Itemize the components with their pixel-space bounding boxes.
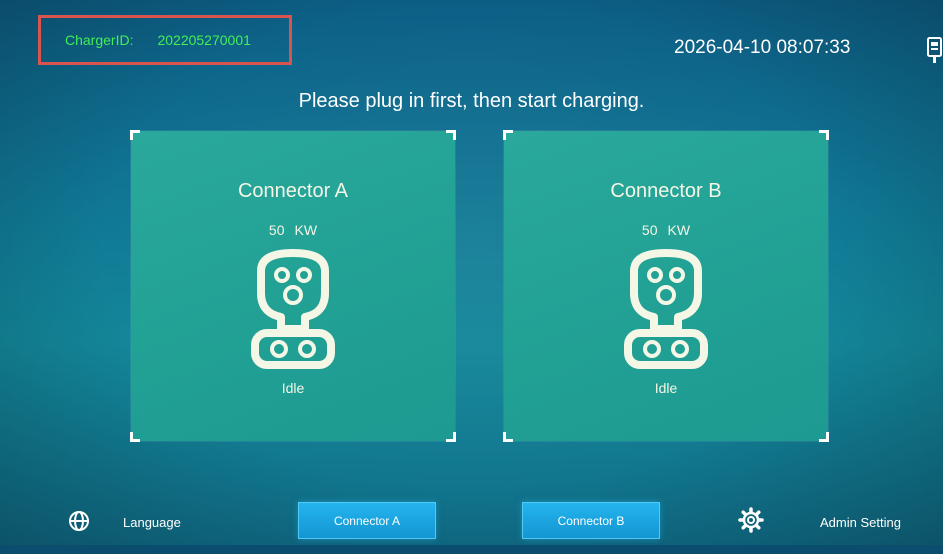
- power-unit: KW: [667, 222, 691, 238]
- corner-mark: [819, 432, 829, 442]
- ev-plug-icon: [624, 249, 708, 369]
- charger-id-value: 202205270001: [157, 32, 251, 48]
- corner-mark: [130, 130, 140, 140]
- language-button[interactable]: Language: [123, 515, 181, 530]
- connector-power: 50 KW: [131, 222, 455, 238]
- bottom-bezel: [0, 545, 943, 554]
- connector-status: Idle: [654, 380, 678, 396]
- admin-setting-button[interactable]: Admin Setting: [820, 515, 901, 530]
- connector-title: Connector B: [610, 180, 722, 202]
- power-value: 50: [641, 222, 658, 238]
- connector-title: Connector A: [237, 180, 349, 202]
- corner-mark: [819, 130, 829, 140]
- corner-mark: [503, 130, 513, 140]
- connector-status: Idle: [281, 380, 305, 396]
- corner-mark: [130, 432, 140, 442]
- connector-b-button[interactable]: Connector B: [522, 502, 660, 539]
- globe-icon[interactable]: [68, 510, 90, 532]
- connector-power: 50 KW: [504, 222, 828, 238]
- connector-a-button[interactable]: Connector A: [298, 502, 436, 539]
- connector-a-card[interactable]: Connector A 50 KW Idle: [130, 130, 456, 442]
- corner-mark: [446, 130, 456, 140]
- device-icon: [927, 37, 942, 63]
- power-unit: KW: [294, 222, 318, 238]
- ev-plug-icon: [251, 249, 335, 369]
- corner-mark: [503, 432, 513, 442]
- charger-id-label: ChargerID:: [65, 32, 134, 48]
- page-message: Please plug in first, then start chargin…: [298, 90, 645, 112]
- power-value: 50: [268, 222, 285, 238]
- connector-b-card[interactable]: Connector B 50 KW Idle: [503, 130, 829, 442]
- gear-icon[interactable]: [738, 507, 764, 533]
- corner-mark: [446, 432, 456, 442]
- charger-id-box: ChargerID: 202205270001: [38, 15, 292, 65]
- datetime-display: 2026-04-10 08:07:33: [674, 37, 851, 58]
